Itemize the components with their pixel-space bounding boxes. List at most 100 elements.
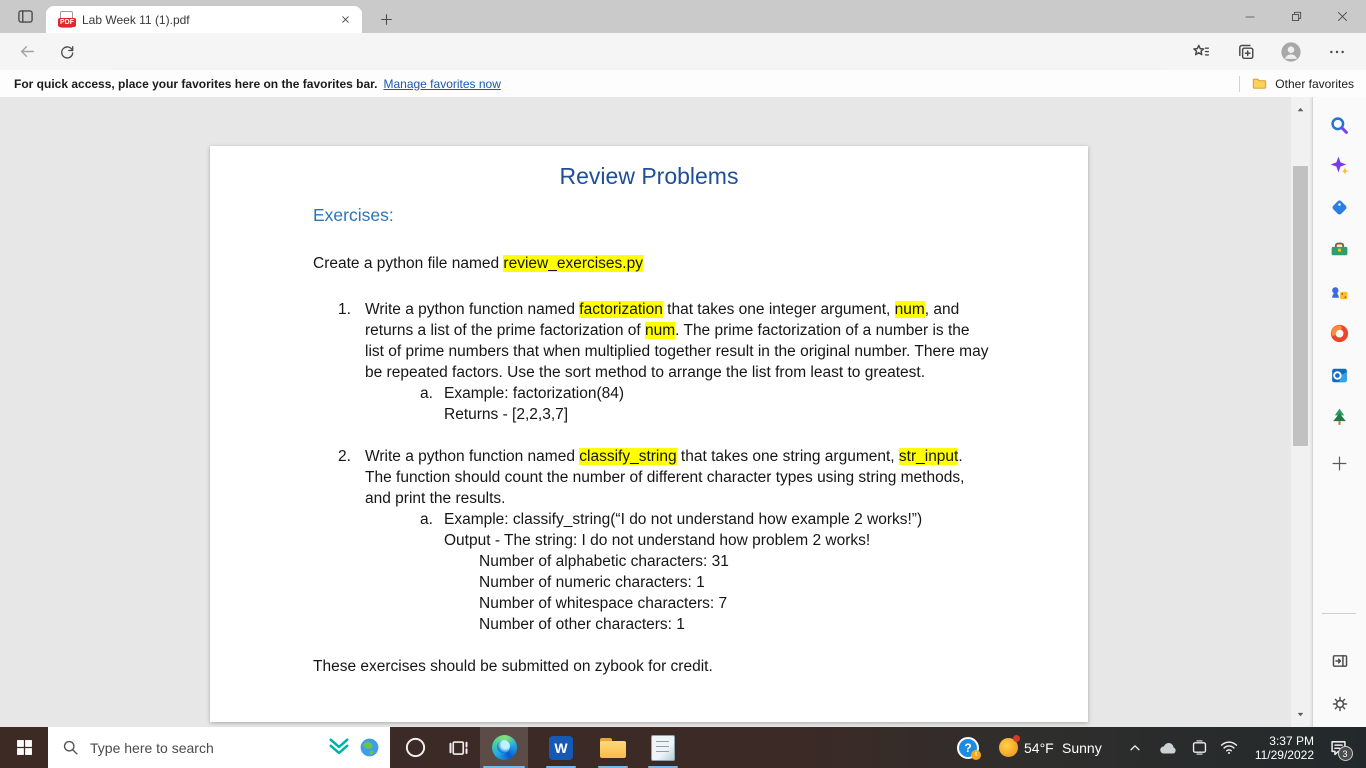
triangle-up-icon [1297, 107, 1304, 112]
settings-icon [1332, 696, 1347, 712]
restore-button[interactable] [1274, 0, 1318, 33]
cloud-icon [1160, 742, 1176, 754]
tab-actions-button[interactable] [10, 4, 40, 29]
action-center-icon: 3 [1329, 738, 1353, 761]
tab-title: Lab Week 11 (1).pdf [82, 12, 190, 27]
add-icon [1332, 456, 1347, 470]
cortana-button[interactable] [394, 727, 436, 768]
bing-search-button[interactable] [1325, 110, 1355, 140]
cast-tray-button[interactable] [1184, 727, 1214, 768]
chevron-up-icon [1130, 744, 1140, 750]
office-button[interactable] [1325, 318, 1355, 348]
taskbar-edge-app[interactable] [480, 727, 528, 768]
cast-screen-icon [1192, 740, 1206, 755]
document-title: Review Problems [559, 163, 739, 189]
profile-avatar[interactable] [1276, 38, 1306, 65]
discover-button[interactable] [1325, 150, 1355, 180]
highlighted-text: factorization [579, 301, 663, 318]
tools-button[interactable] [1325, 234, 1355, 264]
highlighted-text: str_input [898, 448, 959, 465]
globe-icon [360, 738, 379, 757]
sidebar-settings-button[interactable] [1325, 689, 1355, 719]
games-icon [1332, 286, 1348, 299]
text-run: Write a python function named [365, 301, 580, 318]
weather-temp[interactable]: 54°F [1024, 727, 1054, 768]
minimize-button[interactable] [1228, 0, 1272, 33]
refresh-button[interactable] [52, 38, 82, 65]
sub-item-lines: Example: factorization(84) Returns - [2,2… [444, 383, 624, 425]
action-center-button[interactable]: 3 [1318, 727, 1358, 768]
file-explorer-icon [600, 737, 626, 758]
notepad-icon [651, 734, 675, 761]
tray-overflow-button[interactable] [1120, 727, 1150, 768]
taskbar-search-box[interactable]: Type here to search [48, 727, 390, 768]
browser-titlebar: PDF Lab Week 11 (1).pdf [0, 0, 1366, 33]
text-run: that takes one string argument, [676, 448, 899, 465]
doc-intro: Create a python file named review_exerci… [313, 253, 1088, 274]
sub-item-lines: Example: classify_string(“I do not under… [444, 509, 922, 635]
settings-menu-button[interactable] [1322, 38, 1352, 65]
problem-list: 1. Write a python function named factoriz… [338, 299, 1088, 635]
word-icon: W [549, 735, 573, 760]
sub-item-line: Number of numeric characters: 1 [479, 574, 705, 591]
pdf-scrollbar[interactable] [1291, 97, 1310, 727]
sidebar-add-button[interactable] [1325, 448, 1355, 478]
favorites-button[interactable] [1186, 38, 1216, 65]
task-view-icon [449, 740, 468, 755]
discover-sparkle-icon [1330, 156, 1349, 174]
clock-time: 3:37 PM [1269, 733, 1314, 748]
scrollbar-thumb[interactable] [1293, 166, 1308, 446]
problem-body: Write a python function named classify_s… [365, 446, 989, 635]
outlook-button[interactable] [1325, 360, 1355, 390]
tab-close-button[interactable] [336, 11, 354, 29]
taskbar-file-explorer-app[interactable] [589, 727, 637, 768]
pdf-file-icon: PDF [58, 11, 76, 28]
close-window-button[interactable] [1320, 0, 1364, 33]
scroll-down-button[interactable] [1291, 706, 1310, 723]
other-favorites-button[interactable]: Other favorites [1275, 77, 1354, 91]
active-tab[interactable]: PDF Lab Week 11 (1).pdf [46, 6, 362, 33]
edge-sidebar [1312, 97, 1366, 727]
sub-item: a. Example: classify_string(“I do not und… [420, 509, 989, 635]
edge-logo-icon [491, 735, 517, 760]
weather-alert-dot [1012, 735, 1020, 742]
pdf-file-icon-badge: PDF [58, 18, 76, 27]
collections-button[interactable] [1231, 38, 1261, 65]
weather-widget[interactable] [995, 727, 1021, 768]
pdf-content-area: Review Problems Exercises: Create a pyth… [0, 97, 1312, 727]
giving-tuesday-icon [329, 737, 349, 754]
refresh-icon [61, 45, 74, 59]
ellipsis-icon [1330, 50, 1344, 53]
tab-actions-icon [17, 10, 33, 23]
tree-button[interactable] [1325, 402, 1355, 432]
manage-favorites-link[interactable]: Manage favorites now [383, 77, 500, 91]
open-panel-icon [1332, 655, 1347, 667]
taskbar-word-app[interactable]: W [537, 727, 585, 768]
problem-item: 1. Write a python function named factoriz… [338, 299, 1088, 425]
start-button[interactable] [0, 727, 48, 768]
text-run: that takes one integer argument, [662, 301, 895, 318]
divider [1322, 613, 1356, 614]
help-badge: i [971, 749, 981, 760]
toolbox-icon [1331, 242, 1348, 255]
back-button[interactable] [12, 38, 42, 65]
taskbar-clock[interactable]: 3:37 PM 11/29/2022 [1240, 727, 1314, 768]
new-tab-button[interactable] [374, 8, 398, 30]
highlighted-text: review_exercises.py [503, 255, 643, 272]
tray-help-button[interactable]: ? i [952, 727, 984, 768]
sun-icon [998, 735, 1020, 757]
favorites-notice: For quick access, place your favorites h… [14, 76, 378, 91]
scroll-up-button[interactable] [1291, 101, 1310, 118]
shopping-button[interactable] [1325, 192, 1355, 222]
plus-icon [380, 13, 392, 25]
sub-item-line: Output - The string: I do not understand… [444, 532, 871, 549]
games-button[interactable] [1325, 276, 1355, 306]
task-view-button[interactable] [438, 727, 480, 768]
clock-date: 11/29/2022 [1254, 747, 1314, 762]
taskbar-notepad-app[interactable] [639, 727, 687, 768]
problem-number: 2. [338, 448, 351, 465]
onedrive-tray-button[interactable] [1152, 727, 1184, 768]
open-sidebar-panel-button[interactable] [1325, 646, 1355, 676]
minimize-icon [1245, 16, 1255, 17]
weather-condition[interactable]: Sunny [1062, 727, 1102, 768]
